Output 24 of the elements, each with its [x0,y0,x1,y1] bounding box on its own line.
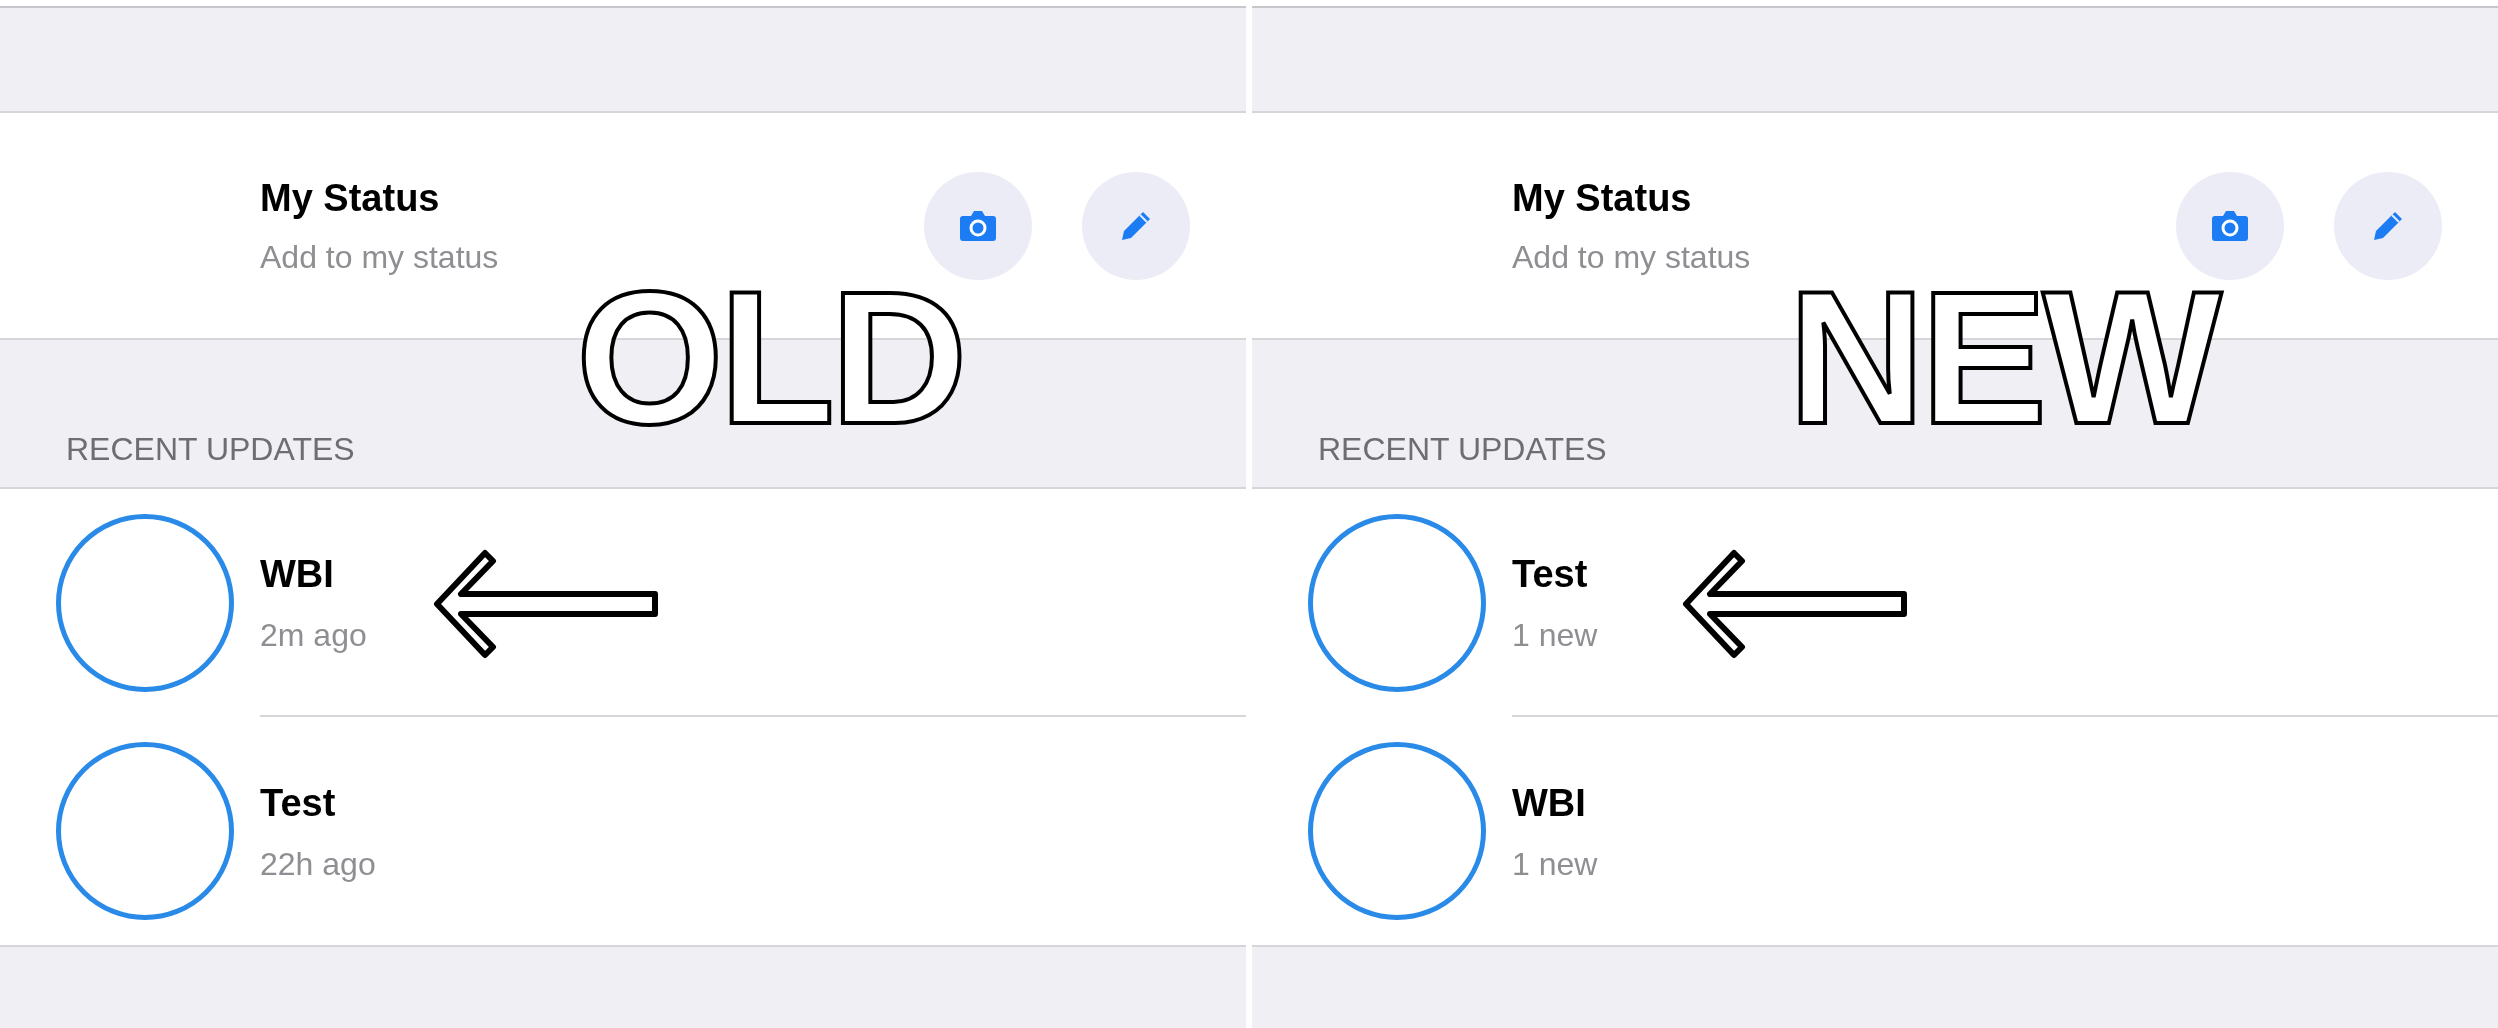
status-subtitle: Add to my status [260,238,500,277]
contact-name: WBI [260,551,335,597]
comparison-label: OLD [575,258,964,458]
status-title: My Status [1512,176,1693,221]
contact-name: Test [1512,551,1589,597]
contact-name: WBI [1512,780,1587,826]
update-time: 1 new [1512,615,1599,655]
section-header: RECENT UPDATES [1318,430,1607,469]
arrow-icon [433,549,659,659]
update-time: 1 new [1512,844,1599,884]
status-title: My Status [260,176,441,221]
status-row[interactable]: WBI 1 new [1252,717,2498,945]
section-header: RECENT UPDATES [66,430,355,469]
arrow-icon [1682,549,1908,659]
camera-icon [2211,209,2249,242]
status-subtitle: Add to my status [1512,238,1752,277]
update-time: 2m ago [260,615,368,655]
comparison-label: NEW [1782,258,2224,458]
update-time: 22h ago [260,844,377,884]
contact-name: Test [260,780,337,826]
status-row[interactable]: WBI 2m ago [0,489,1246,717]
status-row[interactable]: Test 22h ago [0,717,1246,945]
status-row[interactable]: Test 1 new [1252,489,2498,717]
camera-icon [959,209,997,242]
